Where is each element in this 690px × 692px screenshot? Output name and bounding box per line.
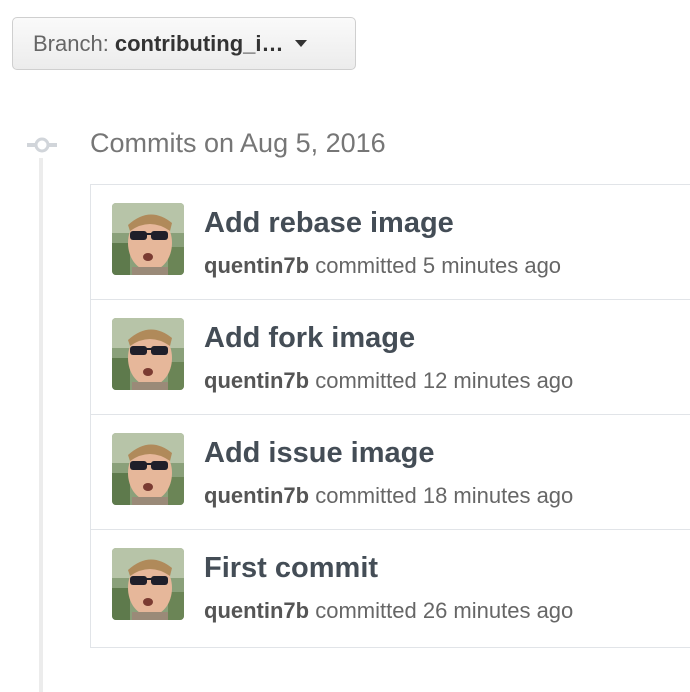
author-avatar[interactable] (112, 433, 184, 505)
git-commit-icon (27, 137, 57, 153)
commit-verb: committed (315, 368, 417, 393)
branch-name: contributing_i… (114, 30, 284, 56)
commit-author-link[interactable]: quentin7b (204, 253, 309, 278)
commit-meta: quentin7b committed 18 minutes ago (204, 483, 573, 509)
commit-row: Add rebase image quentin7b committed 5 m… (91, 185, 690, 300)
commit-author-link[interactable]: quentin7b (204, 483, 309, 508)
commit-time: 26 minutes ago (422, 598, 574, 623)
commits-date-heading: Commits on Aug 5, 2016 (90, 128, 386, 158)
author-avatar[interactable] (112, 318, 184, 390)
commit-verb: committed (315, 598, 417, 623)
commit-meta: quentin7b committed 12 minutes ago (204, 368, 573, 394)
commit-time: 12 minutes ago (422, 368, 574, 393)
caret-down-icon (295, 40, 308, 47)
branch-prefix-label: Branch: (33, 30, 109, 56)
author-avatar[interactable] (112, 203, 184, 275)
commit-author-link[interactable]: quentin7b (204, 598, 309, 623)
commit-row: First commit quentin7b committed 26 minu… (91, 530, 690, 647)
branch-select-button[interactable]: Branch: contributing_i… (12, 17, 356, 70)
commit-title-link[interactable]: Add fork image (204, 322, 415, 355)
timeline-line (39, 158, 43, 692)
commit-row: Add issue image quentin7b committed 18 m… (91, 415, 690, 530)
commit-time: 5 minutes ago (422, 253, 562, 278)
commit-verb: committed (315, 483, 417, 508)
commit-title-link[interactable]: Add issue image (204, 437, 434, 470)
commit-author-link[interactable]: quentin7b (204, 368, 309, 393)
commit-title-link[interactable]: First commit (204, 552, 378, 585)
commit-list: Add rebase image quentin7b committed 5 m… (90, 184, 690, 648)
commit-meta: quentin7b committed 5 minutes ago (204, 253, 561, 279)
author-avatar[interactable] (112, 548, 184, 620)
commit-meta: quentin7b committed 26 minutes ago (204, 598, 573, 624)
commit-verb: committed (315, 253, 417, 278)
commit-title-link[interactable]: Add rebase image (204, 207, 454, 240)
commit-time: 18 minutes ago (422, 483, 574, 508)
commit-row: Add fork image quentin7b committed 12 mi… (91, 300, 690, 415)
